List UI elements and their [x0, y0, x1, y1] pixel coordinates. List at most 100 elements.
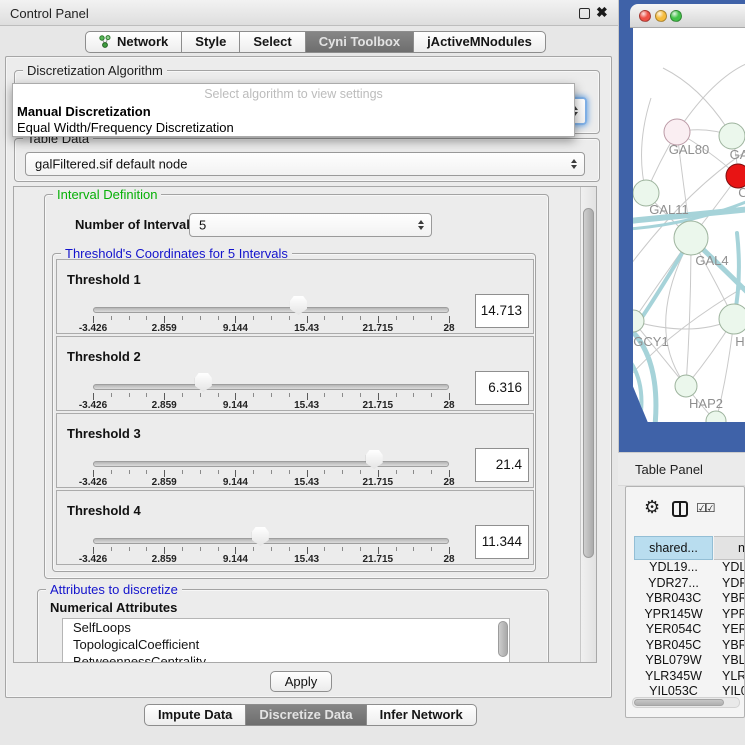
- cell-name[interactable]: YER054C: [718, 622, 745, 636]
- table-row[interactable]: YDR27... YDR27: [634, 576, 745, 592]
- threshold-row-1: Threshold 1-3.4262.8599.14415.4321.71528…: [56, 259, 534, 334]
- cell-shared-name[interactable]: YBL079W: [634, 653, 713, 667]
- slider-tick: [182, 393, 183, 397]
- slider-track[interactable]: [93, 461, 449, 467]
- network-edge[interactable]: [633, 321, 686, 386]
- threshold-row-4: Threshold 4-3.4262.8599.14415.4321.71528…: [56, 490, 534, 565]
- table-row[interactable]: YLR345W YLR345W: [634, 669, 745, 685]
- gear-icon[interactable]: ⚙: [644, 497, 660, 518]
- cell-name[interactable]: YBL079W: [718, 653, 745, 667]
- slider-tick: [342, 547, 343, 551]
- list-item-selfloops[interactable]: SelfLoops: [63, 619, 509, 636]
- slider-tick: [324, 393, 325, 397]
- slider-tick: [413, 316, 414, 320]
- list-item-betweennesscentrality[interactable]: BetweennessCentrality: [63, 653, 509, 662]
- cell-shared-name[interactable]: YBR045C: [634, 638, 713, 652]
- mac-minimize-icon[interactable]: [655, 10, 667, 22]
- slider-tick: [289, 547, 290, 551]
- cell-shared-name[interactable]: YDR27...: [634, 576, 713, 590]
- network-edge[interactable]: [677, 63, 745, 132]
- network-edge[interactable]: [686, 238, 691, 386]
- cell-name[interactable]: YBR043C: [718, 591, 745, 605]
- tab-infer-network[interactable]: Infer Network: [367, 704, 477, 726]
- slider-tick: [307, 470, 308, 477]
- mac-zoom-icon[interactable]: [670, 10, 682, 22]
- float-window-icon[interactable]: [579, 8, 590, 19]
- table-row[interactable]: YIL053C YIL05: [634, 684, 745, 697]
- dropdown-hint-item[interactable]: Select algorithm to view settings: [13, 87, 574, 101]
- threshold-value-field[interactable]: 6.316: [475, 371, 529, 405]
- cell-shared-name[interactable]: YBR043C: [634, 591, 713, 605]
- slider-track[interactable]: [93, 384, 449, 390]
- cell-name[interactable]: YDR27: [718, 576, 745, 590]
- cell-name[interactable]: YDL19: [718, 560, 745, 574]
- number-of-intervals-combobox[interactable]: 5: [189, 213, 432, 237]
- table-data-combobox[interactable]: galFiltered.sif default node: [25, 152, 585, 176]
- apply-button[interactable]: Apply: [270, 671, 332, 692]
- cell-shared-name[interactable]: YDL19...: [634, 560, 713, 574]
- threshold-value-field[interactable]: 21.4: [475, 448, 529, 482]
- network-node-green[interactable]: [706, 411, 726, 422]
- split-columns-icon[interactable]: [672, 501, 688, 517]
- network-node-green[interactable]: [674, 221, 708, 255]
- network-edge[interactable]: [642, 98, 651, 193]
- tab-select[interactable]: Select: [240, 31, 305, 53]
- tab-impute-data[interactable]: Impute Data: [144, 704, 246, 726]
- table-row[interactable]: YER054C YER054C: [634, 622, 745, 638]
- network-node-green[interactable]: [719, 123, 745, 149]
- slider-tick-label: 2.859: [134, 323, 194, 334]
- column-header-shared-name[interactable]: shared...: [634, 536, 713, 560]
- network-window-titlebar[interactable]: [630, 4, 745, 28]
- network-node-green[interactable]: [719, 304, 745, 334]
- group-title: Attributes to discretize: [46, 582, 182, 597]
- cell-name[interactable]: YIL05: [718, 684, 745, 697]
- slider-tick: [235, 393, 236, 400]
- close-icon[interactable]: ✖: [596, 4, 608, 21]
- cell-name[interactable]: YBR045C: [718, 638, 745, 652]
- list-item-topologicalcoefficient[interactable]: TopologicalCoefficient: [63, 636, 509, 653]
- threshold-value-field[interactable]: 14.713: [475, 294, 529, 328]
- cell-name[interactable]: YPR145W: [718, 607, 745, 621]
- slider-tick: [129, 316, 130, 320]
- horizontal-scrollbar[interactable]: [632, 697, 740, 708]
- threshold-value-field[interactable]: 11.344: [475, 525, 529, 559]
- cell-name[interactable]: YLR345W: [718, 669, 745, 683]
- cell-shared-name[interactable]: YPR145W: [634, 607, 713, 621]
- table-row[interactable]: YBL079W YBL079W: [634, 653, 745, 669]
- tab-cyni-toolbox[interactable]: Cyni Toolbox: [306, 31, 414, 53]
- table-row[interactable]: YDL19... YDL19: [634, 560, 745, 576]
- table-row[interactable]: YBR045C YBR045C: [634, 638, 745, 654]
- cell-shared-name[interactable]: YLR345W: [634, 669, 713, 683]
- slider-tick: [111, 316, 112, 320]
- slider-tick-label: 2.859: [134, 400, 194, 411]
- network-canvas[interactable]: GAL80GACGAL11GAL4GCY1HHAP2: [633, 28, 745, 422]
- threshold-label: Threshold 4: [67, 503, 141, 518]
- network-edge-highlighted[interactable]: [633, 360, 641, 422]
- tab-network[interactable]: Network: [85, 31, 182, 53]
- mac-close-icon[interactable]: [639, 10, 651, 22]
- cell-shared-name[interactable]: YIL053C: [634, 684, 713, 697]
- tab-discretize-data[interactable]: Discretize Data: [246, 704, 366, 726]
- network-node-label: GAL11: [649, 202, 689, 217]
- list-scrollbar[interactable]: [498, 621, 508, 657]
- tab-style[interactable]: Style: [182, 31, 240, 53]
- slider-track[interactable]: [93, 538, 449, 544]
- cell-shared-name[interactable]: YER054C: [634, 622, 713, 636]
- dropdown-item-equal-width-frequency[interactable]: Equal Width/Frequency Discretization: [17, 120, 234, 135]
- slider-tick: [200, 316, 201, 320]
- slider-tick: [396, 316, 397, 320]
- tab-jactivemnodules[interactable]: jActiveMNodules: [414, 31, 546, 53]
- table-row[interactable]: YPR145W YPR145W: [634, 607, 745, 623]
- scrollbar-thumb[interactable]: [583, 208, 594, 558]
- dropdown-item-manual-discretization[interactable]: Manual Discretization: [17, 104, 151, 119]
- select-columns-icon[interactable]: ☑☑: [696, 501, 714, 515]
- column-header-name[interactable]: name: [714, 536, 745, 560]
- horizontal-scrollbar-thumb[interactable]: [634, 699, 724, 706]
- table-row[interactable]: YBR043C YBR043C: [634, 591, 745, 607]
- slider-track[interactable]: [93, 307, 449, 313]
- scrollbar-track[interactable]: [580, 187, 596, 662]
- slider-tick: [307, 393, 308, 400]
- network-node-green[interactable]: [675, 375, 697, 397]
- slider-tick: [253, 470, 254, 474]
- slider-tick: [235, 470, 236, 477]
